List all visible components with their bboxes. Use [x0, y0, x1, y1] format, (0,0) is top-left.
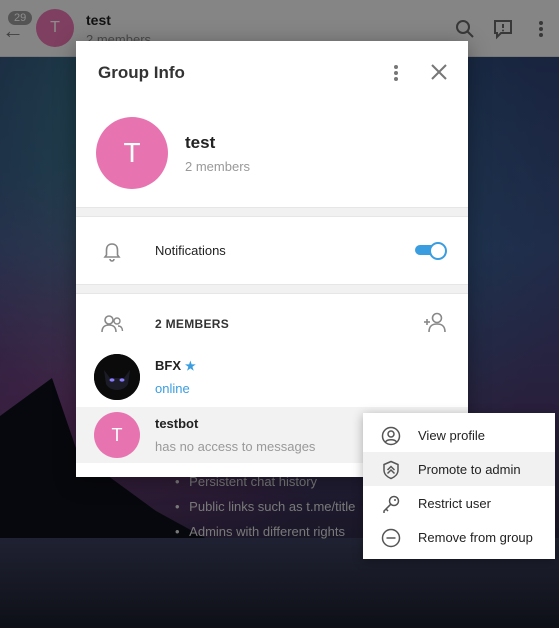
minus-circle-icon — [381, 528, 401, 548]
group-member-count: 2 members — [185, 159, 251, 174]
toggle-knob — [429, 242, 447, 260]
member-status: has no access to messages — [155, 439, 316, 454]
shield-up-icon — [383, 460, 399, 480]
group-avatar[interactable]: T — [96, 117, 168, 189]
menu-item-promote-admin[interactable]: Promote to admin — [363, 452, 555, 486]
menu-item-label: View profile — [418, 428, 485, 443]
menu-item-label: Restrict user — [418, 496, 491, 511]
section-divider — [76, 207, 468, 217]
key-icon — [383, 495, 400, 513]
user-circle-icon — [381, 426, 401, 446]
more-vertical-icon[interactable] — [386, 63, 406, 83]
menu-item-label: Promote to admin — [418, 462, 521, 477]
member-row[interactable]: BFX ★ online — [76, 349, 468, 405]
members-icon — [101, 315, 124, 333]
close-icon[interactable] — [428, 61, 450, 83]
section-divider — [76, 284, 468, 294]
members-heading: 2 MEMBERS — [155, 317, 230, 331]
group-name: test — [185, 133, 216, 152]
menu-item-view-profile[interactable]: View profile — [363, 418, 555, 452]
menu-item-remove-from-group[interactable]: Remove from group — [363, 520, 555, 554]
group-info-dialog: Group Info T test 2 members Notification… — [76, 41, 468, 477]
menu-item-label: Remove from group — [418, 530, 533, 545]
dialog-title: Group Info — [98, 63, 185, 82]
menu-item-restrict-user[interactable]: Restrict user — [363, 486, 555, 520]
add-member-icon[interactable] — [422, 311, 448, 335]
member-context-menu: View profile Promote to admin Restrict u… — [363, 413, 555, 559]
bell-icon — [103, 243, 121, 262]
member-avatar[interactable]: T — [94, 412, 140, 458]
cat-avatar-image — [94, 354, 140, 400]
notifications-toggle[interactable] — [415, 241, 447, 260]
member-status: online — [155, 381, 190, 396]
member-name: testbot — [155, 416, 199, 431]
owner-star-icon: ★ — [185, 359, 196, 373]
notifications-label: Notifications — [155, 243, 226, 258]
member-avatar[interactable] — [94, 354, 140, 400]
member-name: BFX ★ — [155, 358, 196, 373]
